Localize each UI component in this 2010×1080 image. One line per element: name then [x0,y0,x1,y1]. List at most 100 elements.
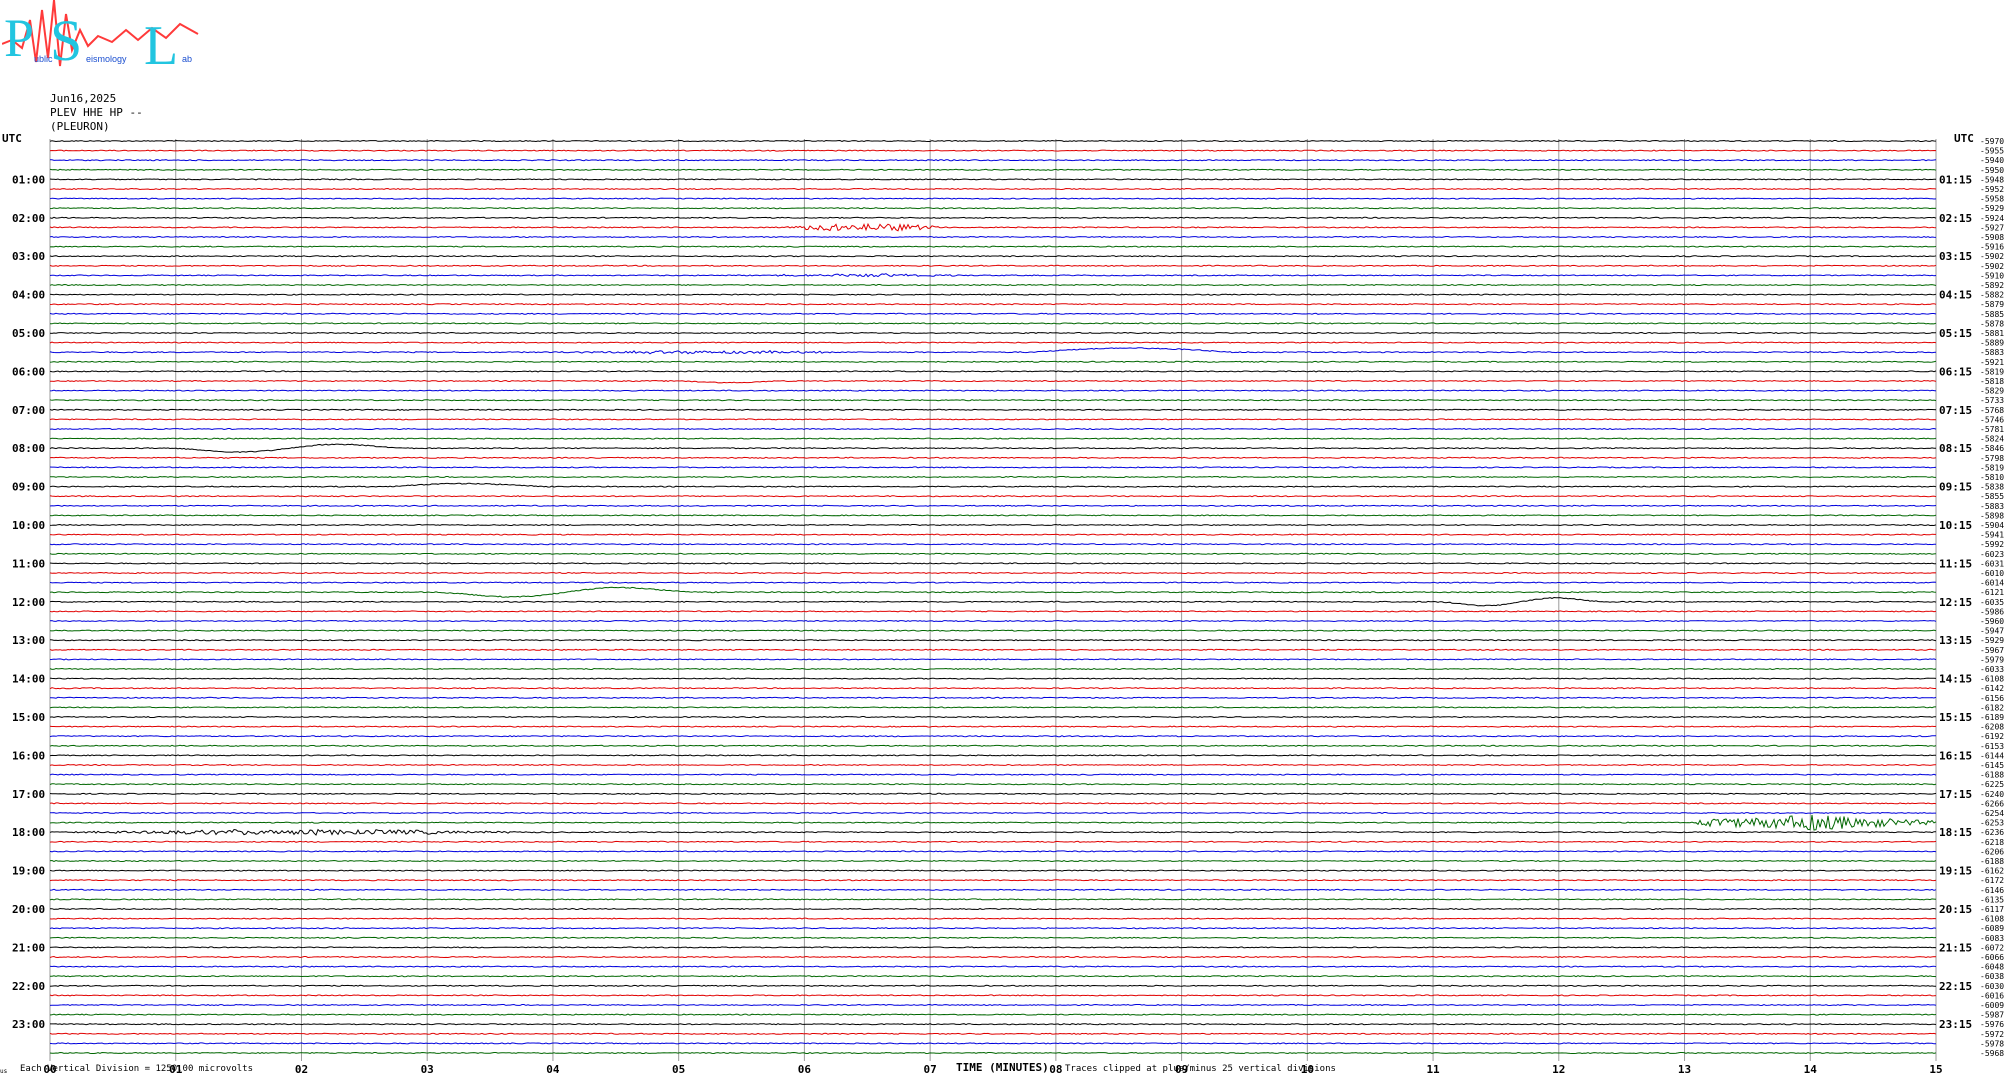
trace-line [49,1042,1937,1045]
x-tick-label: 03 [421,1063,434,1076]
trace-line [49,946,1937,949]
trace-offset-label: -6142 [1980,684,2004,693]
trace-offset-label: -5819 [1980,463,2004,472]
trace-offset-label: -6188 [1980,857,2004,866]
hour-label-right: 17:15 [1939,788,1972,801]
x-tick-label: 12 [1552,1063,1565,1076]
trace-offset-label: -6253 [1980,819,2004,828]
hour-label-left: 12:00 [12,596,45,609]
trace-line [49,216,1937,219]
trace-offset-label: -5733 [1980,396,2004,405]
trace-line [49,139,1937,143]
trace-line [49,264,1937,267]
hour-label-right: 15:15 [1939,711,1972,724]
trace-line [49,235,1937,239]
x-tick-label: 13 [1678,1063,1691,1076]
trace-offset-label: -6192 [1980,732,2004,741]
trace-line [50,187,1937,191]
trace-line [49,658,1937,661]
trace-offset-label: -5889 [1980,339,2004,348]
trace-line [49,168,1937,171]
hour-label-left: 10:00 [12,519,45,532]
trace-line [50,322,1937,325]
trace-line [49,408,1937,411]
trace-line [49,1051,1937,1055]
trace-line [49,399,1937,402]
trace-offset-label: -6206 [1980,847,2004,856]
trace-offset-label: -5950 [1980,166,2004,175]
hour-label-left: 13:00 [12,634,45,647]
trace-line [49,715,1937,719]
hour-label-right: 23:15 [1939,1018,1972,1031]
trace-offset-label: -5940 [1980,156,2004,165]
trace-line [49,648,1937,651]
hour-label-left: 23:00 [12,1018,45,1031]
trace-line [49,514,1937,517]
trace-line [50,1023,1937,1026]
hour-label-left: 01:00 [12,173,45,186]
trace-line [49,667,1937,671]
trace-offset-label: -5846 [1980,444,2004,453]
trace-line [50,811,1936,815]
trace-offset-label: -5781 [1980,425,2004,434]
trace-line [49,955,1937,959]
trace-line [49,379,1937,384]
trace-line [49,341,1937,344]
trace-line [49,744,1937,747]
trace-offset-label: -6254 [1980,809,2004,818]
trace-offset-label: -5882 [1980,291,2004,300]
trace-line [49,360,1937,363]
trace-offset-label: -5924 [1980,214,2004,223]
trace-line [49,994,1937,997]
trace-line [49,639,1937,642]
trace-offset-label: -5927 [1980,223,2004,232]
trace-line [49,735,1937,738]
trace-offset-label: -5947 [1980,627,2004,636]
hour-label-right: 03:15 [1939,250,1972,263]
trace-offset-label: -6121 [1980,588,2004,597]
hour-label-right: 14:15 [1939,673,1972,686]
trace-offset-label: -5986 [1980,607,2004,616]
trace-offset-label: -6108 [1980,675,2004,684]
trace-offset-label: -6188 [1980,771,2004,780]
hour-label-left: 08:00 [12,442,45,455]
trace-line [49,178,1936,181]
hour-label-left: 07:00 [12,404,45,417]
trace-line [49,245,1937,248]
hour-label-right: 21:15 [1939,941,1972,954]
trace-offset-label: -5987 [1980,1011,2004,1020]
trace-offset-label: -5929 [1980,204,2004,213]
trace-line [49,596,1937,607]
trace-offset-label: -6033 [1980,665,2004,674]
trace-offset-label: -5978 [1980,1039,2004,1048]
trace-line [49,586,1937,598]
trace-offset-label: -5881 [1980,329,2004,338]
trace-offset-label: -5910 [1980,271,2004,280]
trace-line [49,523,1937,527]
trace-line [49,696,1937,699]
trace-line [50,159,1937,162]
trace-line [49,677,1937,680]
trace-offset-label: -6162 [1980,867,2004,876]
trace-offset-label: -5902 [1980,252,2004,261]
x-tick-label: 11 [1426,1063,1440,1076]
trace-line [49,562,1936,565]
trace-line [49,389,1937,392]
trace-offset-label: -5970 [1980,137,2004,146]
trace-line [49,1013,1937,1016]
hour-label-left: 11:00 [12,557,45,570]
trace-offset-label: -6023 [1980,550,2004,559]
trace-line [49,1003,1937,1007]
trace-offset-label: -5941 [1980,531,2004,540]
trace-line [49,571,1937,575]
hour-label-right: 12:15 [1939,596,1972,609]
right-axis-title: UTC [1954,132,1974,145]
corner-mark: us [0,1068,8,1075]
trace-offset-label: -6153 [1980,742,2004,751]
minute-grid [49,139,1937,1061]
trace-line [49,802,1937,805]
hour-label-right: 13:15 [1939,634,1972,647]
trace-offset-label: -5958 [1980,195,2004,204]
hour-label-right: 18:15 [1939,826,1972,839]
trace-line [49,619,1937,623]
